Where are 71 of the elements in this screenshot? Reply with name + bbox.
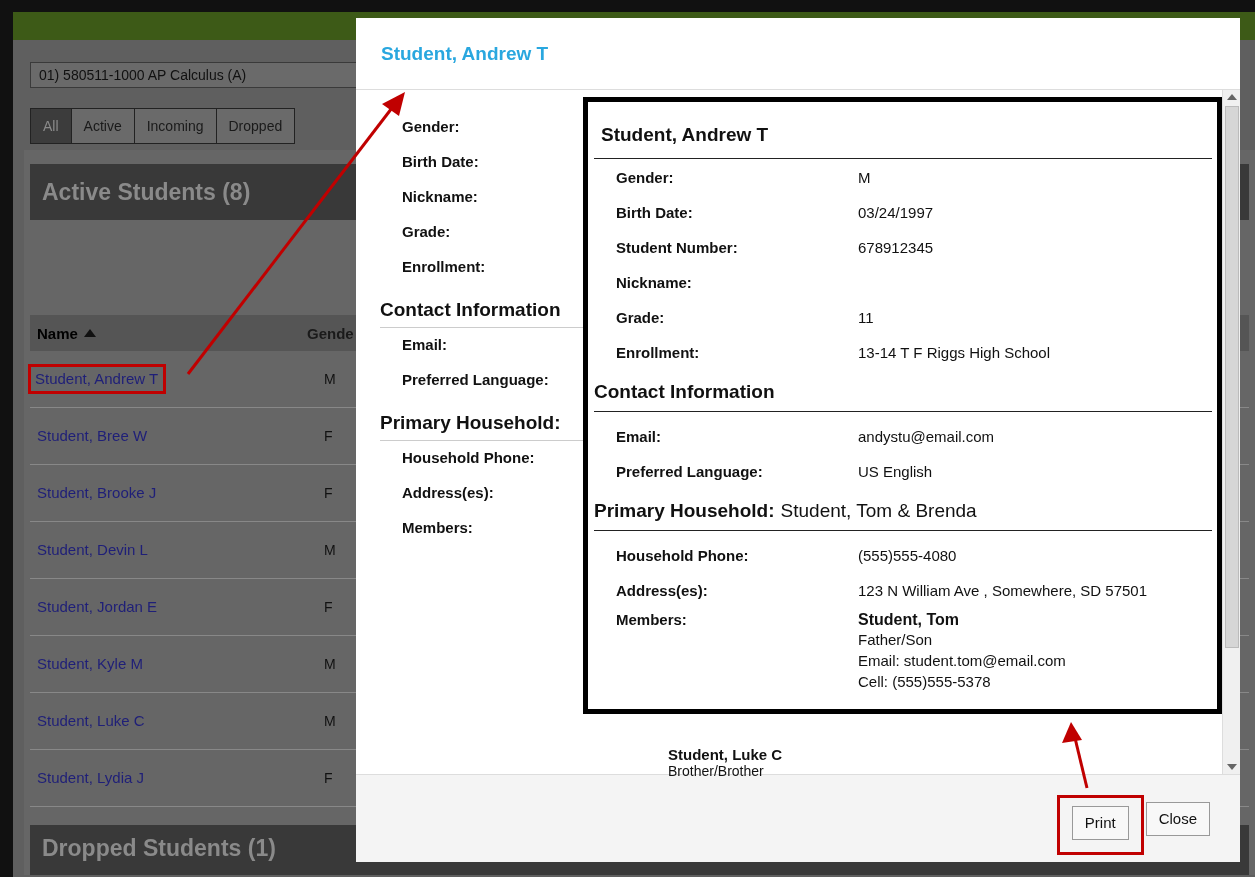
scrollbar-thumb[interactable]	[1224, 106, 1239, 648]
scroll-up-icon[interactable]	[1226, 94, 1237, 100]
column-heading[interactable]: Name	[30, 324, 307, 342]
scroll-down-icon[interactable]	[1226, 764, 1237, 770]
field-label: Gender:	[615, 169, 675, 186]
field-label: Preferred Language:	[615, 463, 764, 480]
field-label: Grade:	[402, 223, 451, 240]
field-label: Enrollment:	[402, 258, 486, 275]
member-relation: Brother/Brother	[668, 763, 765, 779]
field-label: Members:	[615, 611, 688, 628]
field-value: andystu@email.com	[858, 428, 995, 445]
close-button[interactable]: Close	[1145, 801, 1210, 836]
field-label: Household Phone:	[615, 547, 750, 564]
field-label: Gender:	[402, 118, 460, 135]
member-name: Student, Tom	[858, 611, 961, 629]
member-detail: Email: student.tom@email.com	[858, 651, 1066, 671]
field-value: 11	[858, 309, 874, 326]
field-label: Nickname:	[615, 274, 693, 291]
callout-arrow	[1062, 722, 1089, 789]
sort-ascending-icon	[83, 329, 96, 337]
student-link[interactable]: Student, Luke C	[37, 712, 145, 729]
student-link[interactable]: Student, Devin L	[37, 541, 148, 558]
field-value: (555)555-4080	[858, 547, 957, 564]
table-cell: F	[324, 599, 333, 615]
field-label: Nickname:	[402, 188, 478, 205]
table-cell: F	[324, 770, 333, 786]
field-value: 123 N William Ave , Somewhere, SD 57501	[858, 582, 1148, 599]
field-label: Enrollment:	[615, 344, 701, 361]
filter-tab[interactable]: Dropped	[216, 108, 296, 144]
field-label: Household Phone:	[402, 449, 535, 466]
section-title: Active Students (8)	[42, 178, 251, 206]
field-label: Student Number:	[615, 239, 739, 256]
table-cell: M	[324, 371, 336, 387]
field-label: Address(es):	[402, 484, 494, 501]
field-value: US English	[858, 463, 933, 480]
filter-tab[interactable]: All	[30, 108, 72, 144]
field-label: Members:	[402, 519, 473, 536]
field-label: Email:	[402, 336, 447, 353]
field-value: M	[858, 169, 871, 186]
field-value: 13-14 T F Riggs High School	[858, 344, 1051, 361]
table-cell: M	[324, 713, 336, 729]
dialog-title: Student, Andrew T	[381, 42, 549, 65]
household-name: Student, Tom & Brenda	[780, 500, 977, 521]
student-link[interactable]: Student, Brooke J	[37, 484, 157, 501]
print-button[interactable]: Print	[1071, 805, 1129, 840]
student-link[interactable]: Student, Andrew T	[35, 370, 159, 387]
field-label: Birth Date:	[402, 153, 479, 170]
table-cell: F	[324, 428, 333, 444]
filter-tab[interactable]: Incoming	[134, 108, 217, 144]
table-cell: M	[324, 542, 336, 558]
member-detail: Cell: (555)555-5378	[858, 672, 992, 692]
student-link[interactable]: Student, Jordan E	[37, 598, 158, 615]
preview-title: Student, Andrew T	[594, 102, 1212, 159]
member-name: Student, Luke C	[668, 746, 784, 763]
section-heading: Contact Information	[594, 381, 775, 402]
section-title: Dropped Students (1)	[42, 835, 276, 862]
member-detail: Father/Son	[858, 630, 934, 650]
section-heading: Primary Household:	[594, 500, 775, 521]
table-cell: F	[324, 485, 333, 501]
field-label: Address(es):	[615, 582, 709, 599]
student-link[interactable]: Student, Lydia J	[37, 769, 144, 786]
field-label: Preferred Language:	[402, 371, 549, 388]
scrollbar[interactable]	[1222, 90, 1240, 774]
student-link[interactable]: Student, Kyle M	[37, 655, 143, 672]
filter-tab[interactable]: Active	[71, 108, 135, 144]
table-cell: M	[324, 656, 336, 672]
field-label: Birth Date:	[615, 204, 694, 221]
field-value: 678912345	[858, 239, 934, 256]
column-heading[interactable]: Gende	[307, 324, 354, 342]
student-link[interactable]: Student, Bree W	[37, 427, 148, 444]
field-value: 03/24/1997	[858, 204, 934, 221]
